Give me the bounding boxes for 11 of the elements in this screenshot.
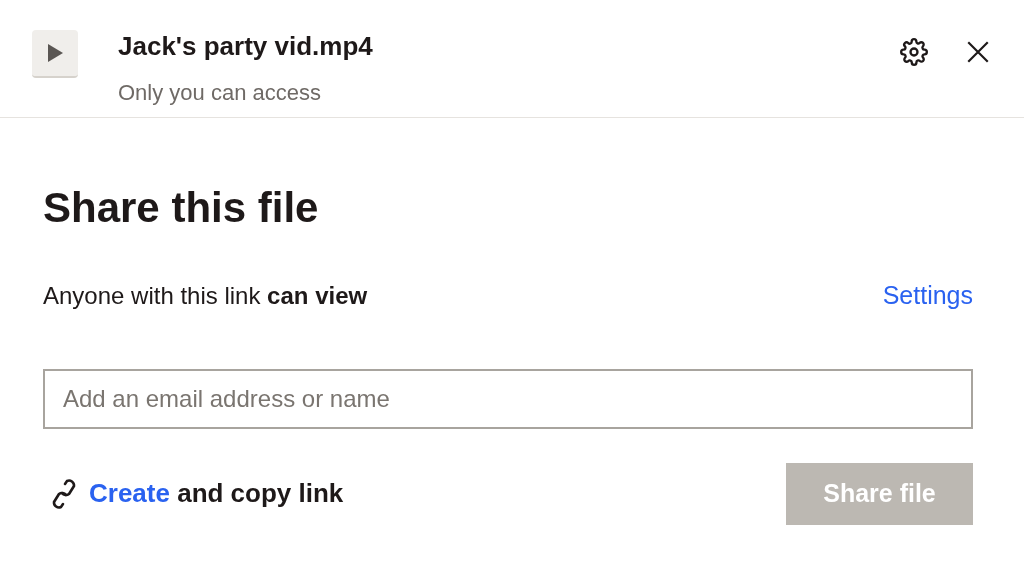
settings-link[interactable]: Settings (882, 277, 973, 315)
file-title: Jack's party vid.mp4 (118, 30, 373, 62)
copy-link-text: Create and copy link (89, 477, 344, 510)
access-subtitle: Only you can access (118, 79, 322, 107)
link-permission-text: Anyone with this link can view (43, 280, 368, 311)
dialog-heading: Share this file (43, 183, 319, 233)
video-file-icon (32, 30, 78, 78)
settings-icon[interactable] (900, 38, 928, 66)
email-input-field[interactable]: Add an email address or name (43, 368, 973, 429)
link-icon (51, 477, 77, 510)
create-link[interactable]: Create (89, 478, 170, 508)
